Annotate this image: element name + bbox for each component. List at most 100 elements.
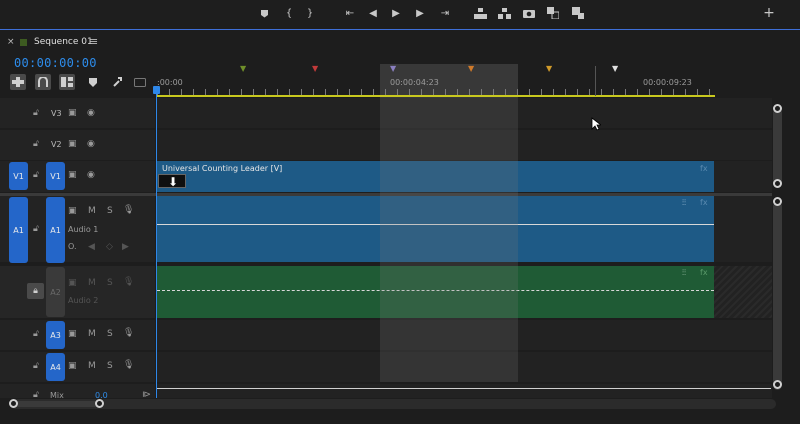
- sync-lock-icon[interactable]: ▣: [68, 206, 77, 216]
- track-header-v3: [0, 98, 155, 128]
- in-out-range: [380, 98, 518, 382]
- marker-icon[interactable]: ▼: [468, 64, 474, 73]
- mark-in-icon[interactable]: {: [282, 6, 296, 20]
- captions-icon[interactable]: [132, 74, 148, 90]
- track-header-v2: [0, 130, 155, 160]
- track-label-a1[interactable]: A1: [46, 197, 65, 263]
- microphone-icon[interactable]: 🎙︎: [123, 277, 134, 287]
- locked-track-hatch: [714, 266, 772, 318]
- keyframe-toggle-icon[interactable]: O.: [68, 242, 77, 251]
- marker-icon[interactable]: ▼: [612, 64, 618, 73]
- horizontal-scrollbar[interactable]: [10, 399, 776, 409]
- play-icon[interactable]: ▶: [389, 6, 403, 20]
- lock-icon[interactable]: 🔓︎: [33, 361, 39, 371]
- source-patch-v1[interactable]: V1: [9, 162, 28, 190]
- eye-icon[interactable]: ◉: [87, 170, 95, 180]
- track-label-a3[interactable]: A3: [46, 321, 65, 349]
- compare-icon[interactable]: [546, 6, 560, 20]
- button-editor-icon[interactable]: [571, 6, 585, 20]
- mix-rubberband[interactable]: [157, 388, 771, 389]
- track-lane-mix[interactable]: [156, 384, 772, 398]
- source-patch-a1[interactable]: A1: [9, 197, 28, 263]
- mute-button[interactable]: M: [88, 361, 96, 371]
- eye-icon[interactable]: ◉: [87, 108, 95, 118]
- lock-icon[interactable]: 🔓︎: [33, 329, 39, 339]
- add-keyframe-icon[interactable]: ◇: [106, 242, 113, 252]
- wrench-icon[interactable]: [109, 74, 125, 90]
- scrollbar-knob[interactable]: [773, 179, 782, 188]
- video-scrollbar[interactable]: [773, 108, 782, 188]
- solo-button[interactable]: S: [107, 329, 113, 339]
- playhead-line[interactable]: [156, 88, 157, 398]
- microphone-icon[interactable]: 🎙︎: [123, 205, 134, 215]
- track-label-v3[interactable]: V3: [51, 109, 62, 118]
- render-bar: [157, 95, 715, 97]
- panel-menu-icon[interactable]: ≡: [89, 35, 98, 48]
- scrollbar-thumb[interactable]: [13, 401, 99, 407]
- audio-scrollbar[interactable]: [773, 202, 782, 390]
- add-marker-icon[interactable]: [257, 6, 271, 20]
- linked-selection-icon[interactable]: [59, 74, 75, 90]
- snap-icon[interactable]: [35, 74, 51, 90]
- eye-icon[interactable]: ◉: [87, 139, 95, 149]
- extract-icon[interactable]: [497, 6, 511, 20]
- zoom-handle-right[interactable]: [95, 399, 104, 408]
- solo-button[interactable]: S: [107, 361, 113, 371]
- next-keyframe-icon[interactable]: ▶: [122, 242, 129, 252]
- marker-icon[interactable]: ▼: [240, 64, 246, 73]
- track-header-mix: [0, 384, 155, 398]
- prev-keyframe-icon[interactable]: ◀: [88, 242, 95, 252]
- lock-icon[interactable]: 🔓︎: [33, 224, 39, 234]
- microphone-icon[interactable]: 🎙︎: [123, 360, 134, 370]
- sync-lock-icon[interactable]: ▣: [68, 329, 77, 339]
- sync-lock-icon[interactable]: ▣: [68, 139, 77, 149]
- track-name-a2[interactable]: Audio 2: [68, 296, 98, 305]
- add-icon[interactable]: +: [762, 5, 776, 21]
- close-icon[interactable]: ×: [7, 37, 15, 47]
- solo-button[interactable]: S: [107, 278, 113, 288]
- track-label-v2[interactable]: V2: [51, 140, 62, 149]
- track-label-v1[interactable]: V1: [46, 162, 65, 190]
- scrollbar-knob[interactable]: [773, 197, 782, 206]
- lock-icon[interactable]: 🔓︎: [33, 108, 39, 118]
- track-label-a4[interactable]: A4: [46, 353, 65, 381]
- sync-lock-icon[interactable]: ▣: [68, 108, 77, 118]
- track-header-a2: [0, 266, 155, 318]
- scrollbar-knob[interactable]: [773, 380, 782, 389]
- clip-title: Universal Counting Leader [V]: [162, 164, 283, 173]
- scrollbar-knob[interactable]: [773, 104, 782, 113]
- marker-icon[interactable]: ▼: [312, 64, 318, 73]
- go-to-out-icon[interactable]: ⇥: [438, 6, 452, 20]
- mute-button[interactable]: M: [88, 278, 96, 288]
- lock-icon[interactable]: 🔒︎: [27, 283, 44, 299]
- sync-lock-icon[interactable]: ▣: [68, 170, 77, 180]
- sync-lock-icon[interactable]: ▣: [68, 361, 77, 371]
- marker-icon[interactable]: ▼: [546, 64, 552, 73]
- export-frame-icon[interactable]: [522, 6, 536, 20]
- lock-icon[interactable]: 🔓︎: [33, 170, 39, 180]
- go-to-in-icon[interactable]: ⇤: [343, 6, 357, 20]
- out-point-line: [595, 66, 596, 96]
- mute-button[interactable]: M: [88, 329, 96, 339]
- sequence-tab-title[interactable]: Sequence 01: [34, 37, 93, 47]
- zoom-handle-left[interactable]: [9, 399, 18, 408]
- playhead-handle[interactable]: [153, 86, 160, 94]
- marker-icon[interactable]: ▼: [390, 64, 396, 73]
- fx-badge: fx: [700, 268, 708, 277]
- track-name-a1[interactable]: Audio 1: [68, 225, 98, 234]
- step-forward-icon[interactable]: ▶: [413, 6, 427, 20]
- solo-button[interactable]: S: [107, 206, 113, 216]
- step-back-icon[interactable]: ◀: [366, 6, 380, 20]
- lift-icon[interactable]: [473, 6, 487, 20]
- nest-icon[interactable]: [10, 74, 26, 90]
- mark-out-icon[interactable]: }: [303, 6, 317, 20]
- microphone-icon[interactable]: 🎙︎: [123, 328, 134, 338]
- playhead-timecode[interactable]: 00:00:00:00: [14, 56, 97, 70]
- sync-lock-icon[interactable]: ▣: [68, 278, 77, 288]
- fx-badge: fx: [700, 164, 708, 173]
- track-label-a2[interactable]: A2: [46, 267, 65, 317]
- mute-button[interactable]: M: [88, 206, 96, 216]
- add-marker-icon[interactable]: [85, 74, 101, 90]
- lock-icon[interactable]: 🔓︎: [33, 139, 39, 149]
- drag-arrow-icon: ⬇: [168, 175, 179, 189]
